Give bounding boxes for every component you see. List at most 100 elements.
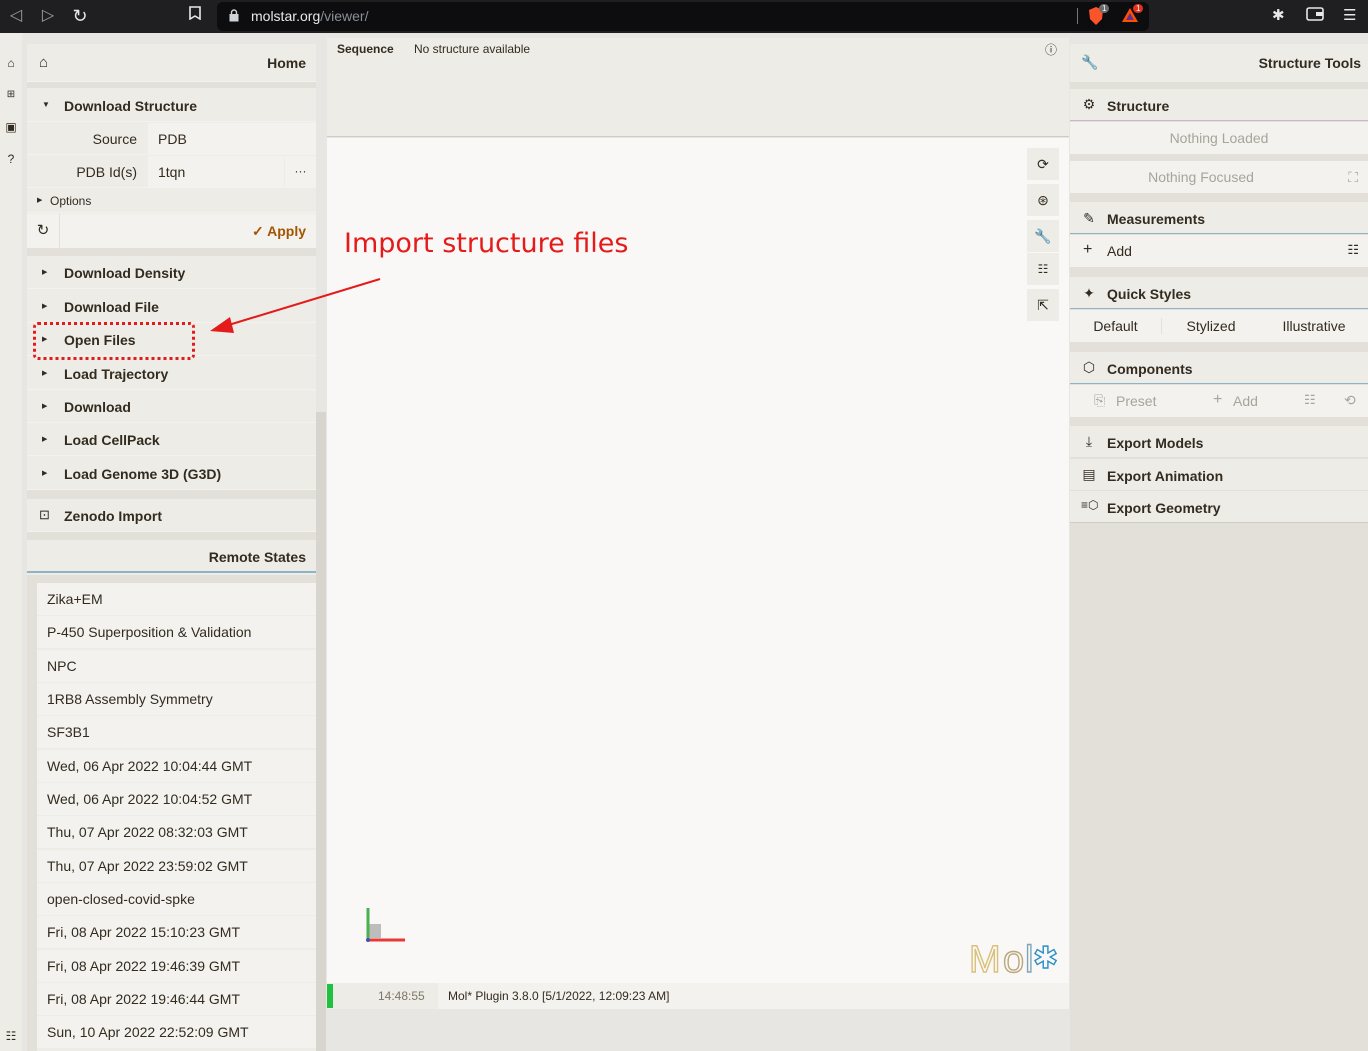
settings-sliders-icon[interactable]: ☷	[1304, 392, 1316, 408]
state-tree-icon[interactable]: ⊞	[3, 87, 19, 103]
remote-state-item[interactable]: Wed, 06 Apr 2022 10:04:52 GMT	[37, 783, 316, 815]
quick-styles-header: ✦ Quick Styles	[1070, 277, 1368, 309]
upload-box-icon: ⊡	[39, 507, 50, 522]
remote-state-item[interactable]: SF3B1	[37, 716, 316, 748]
log-message: Mol* Plugin 3.8.0 [5/1/2022, 12:09:23 AM…	[448, 989, 670, 1003]
annotation-label: Import structure files	[344, 228, 629, 259]
axes-indicator	[366, 908, 405, 942]
sequence-bar: Sequence No structure available ⓘ	[327, 38, 1069, 60]
apply-row: ↻ ✓ Apply	[27, 214, 316, 248]
structure-header: ⚙ Structure	[1070, 89, 1368, 121]
right-panel: 🔧 Structure Tools ⚙ Structure Nothing Lo…	[1070, 44, 1368, 1051]
chevron-right-icon: ▶	[37, 197, 43, 204]
pdb-id-input[interactable]: 1tqn	[148, 156, 284, 188]
load-genome-item[interactable]: ▶ Load Genome 3D (G3D)	[27, 457, 316, 490]
geometry-icon: ≡⬡	[1081, 498, 1099, 512]
reset-icon[interactable]: ↻	[27, 214, 60, 248]
svg-text:✱: ✱	[1033, 942, 1058, 975]
chevron-right-icon: ▶	[42, 370, 48, 377]
apply-button[interactable]: ✓ Apply	[252, 223, 306, 240]
source-select[interactable]: PDB	[148, 123, 316, 155]
home-icon[interactable]: ⌂	[3, 55, 19, 71]
wallet-icon[interactable]	[1306, 6, 1324, 26]
remote-state-item[interactable]: Zika+EM	[37, 583, 316, 615]
zenodo-import-item[interactable]: ⊡ Zenodo Import	[27, 499, 316, 532]
remote-state-item[interactable]: open-closed-covid-spke	[37, 883, 316, 915]
screenshot-icon[interactable]: ⊛	[1027, 184, 1059, 216]
chevron-right-icon: ▶	[42, 436, 48, 443]
home-icon: ⌂	[39, 54, 49, 71]
style-stylized-button[interactable]: Stylized	[1163, 318, 1259, 334]
log-bar: 14:48:55 Mol* Plugin 3.8.0 [5/1/2022, 12…	[327, 983, 1069, 1009]
sequence-area	[327, 60, 1069, 137]
measurements-header: ✎ Measurements	[1070, 202, 1368, 234]
address-bar[interactable]: molstar.org/viewer/ 1 1	[217, 2, 1149, 31]
export-animation-header[interactable]: ▤ Export Animation	[1070, 459, 1368, 491]
load-cellpack-item[interactable]: ▶ Load CellPack	[27, 423, 316, 456]
export-models-header[interactable]: ⤓ Export Models	[1070, 426, 1368, 458]
load-trajectory-item[interactable]: ▶ Load Trajectory	[27, 357, 316, 390]
check-icon: ✓	[252, 223, 268, 239]
chevron-down-icon: ▼	[42, 100, 50, 109]
wrench-icon: 🔧	[1081, 54, 1099, 70]
reset-camera-icon[interactable]: ⟳	[1027, 148, 1059, 180]
download-structure-header[interactable]: ▼ Download Structure	[27, 88, 316, 122]
plus-icon: +	[1213, 391, 1223, 408]
bookmark-icon[interactable]	[185, 6, 205, 26]
focus-select[interactable]: Nothing Focused ⛶	[1070, 161, 1368, 193]
remote-state-item[interactable]: Fri, 08 Apr 2022 15:10:23 GMT	[37, 916, 316, 948]
remote-state-item[interactable]: Thu, 07 Apr 2022 08:32:03 GMT	[37, 816, 316, 848]
style-illustrative-button[interactable]: Illustrative	[1260, 318, 1368, 334]
home-header: ⌂ Home	[27, 44, 316, 82]
molstar-logo: M o l ✱	[969, 938, 1059, 978]
remote-state-item[interactable]: Wed, 06 Apr 2022 10:04:44 GMT	[37, 750, 316, 782]
annotation-highlight-box	[33, 322, 195, 360]
forward-icon[interactable]: ▷	[38, 6, 58, 26]
preset-button[interactable]: Preset	[1116, 393, 1156, 409]
remote-state-item[interactable]: Sun, 10 Apr 2022 22:52:09 GMT	[37, 1016, 316, 1048]
left-panel-scrollbar[interactable]	[316, 412, 326, 1051]
help-icon[interactable]: ?	[3, 151, 19, 167]
pdb-id-row: PDB Id(s) 1tqn ···	[27, 156, 316, 188]
gear-icon: ⚙	[1082, 96, 1096, 112]
brave-shield-icon[interactable]: 1	[1087, 4, 1110, 26]
style-default-button[interactable]: Default	[1070, 318, 1162, 334]
settings-sliders-icon[interactable]: ☷	[3, 1028, 19, 1044]
download-item[interactable]: ▶ Download	[27, 390, 316, 423]
wrench-icon[interactable]: 🔧	[1027, 220, 1059, 252]
help-icon[interactable]: ⓘ	[1045, 41, 1057, 58]
brave-rewards-icon[interactable]: 1	[1121, 4, 1144, 26]
download-icon: ⤓	[1085, 433, 1093, 449]
history-icon[interactable]: ⟲	[1344, 392, 1356, 409]
remote-state-item[interactable]: NPC	[37, 650, 316, 682]
add-component-button[interactable]: Add	[1233, 393, 1258, 409]
svg-text:o: o	[1003, 939, 1024, 978]
chevron-right-icon: ▶	[42, 470, 48, 477]
chevron-right-icon: ▶	[42, 403, 48, 410]
back-icon[interactable]: ◁	[6, 6, 26, 26]
plus-icon[interactable]: +	[1083, 241, 1092, 259]
add-measurement-button[interactable]: Add	[1107, 243, 1132, 259]
extensions-icon[interactable]: ✱	[1272, 6, 1285, 24]
settings-sliders-icon[interactable]: ☷	[1027, 253, 1059, 285]
save-icon[interactable]: ▣	[3, 119, 19, 135]
remote-state-item[interactable]: Thu, 07 Apr 2022 23:59:02 GMT	[37, 850, 316, 882]
left-icon-strip: ⌂ ⊞ ▣ ? ☷	[0, 33, 22, 1051]
focus-target-icon[interactable]: ⛶	[1348, 169, 1358, 186]
options-row[interactable]: ▶ Options	[27, 189, 316, 213]
remote-state-item[interactable]: Fri, 08 Apr 2022 19:46:39 GMT	[37, 950, 316, 982]
remote-state-item[interactable]: P-450 Superposition & Validation	[37, 616, 316, 648]
reload-icon[interactable]: ↻	[70, 6, 90, 26]
settings-sliders-icon[interactable]: ☷	[1347, 242, 1359, 258]
remote-state-item[interactable]: 1RB8 Assembly Symmetry	[37, 683, 316, 715]
export-geometry-header[interactable]: ≡⬡ Export Geometry	[1070, 491, 1368, 523]
more-button[interactable]: ···	[285, 156, 316, 188]
3d-viewport[interactable]: M o l ✱	[327, 138, 1069, 983]
chevron-right-icon: ▶	[42, 303, 48, 310]
remote-state-item[interactable]: Fri, 08 Apr 2022 19:46:44 GMT	[37, 983, 316, 1015]
menu-icon[interactable]: ☰	[1343, 6, 1356, 24]
selection-mode-icon[interactable]: ⇱	[1027, 289, 1059, 321]
preset-icon: ⎘	[1094, 392, 1106, 408]
structure-select[interactable]: Nothing Loaded	[1070, 122, 1368, 154]
home-title: Home	[267, 55, 306, 71]
